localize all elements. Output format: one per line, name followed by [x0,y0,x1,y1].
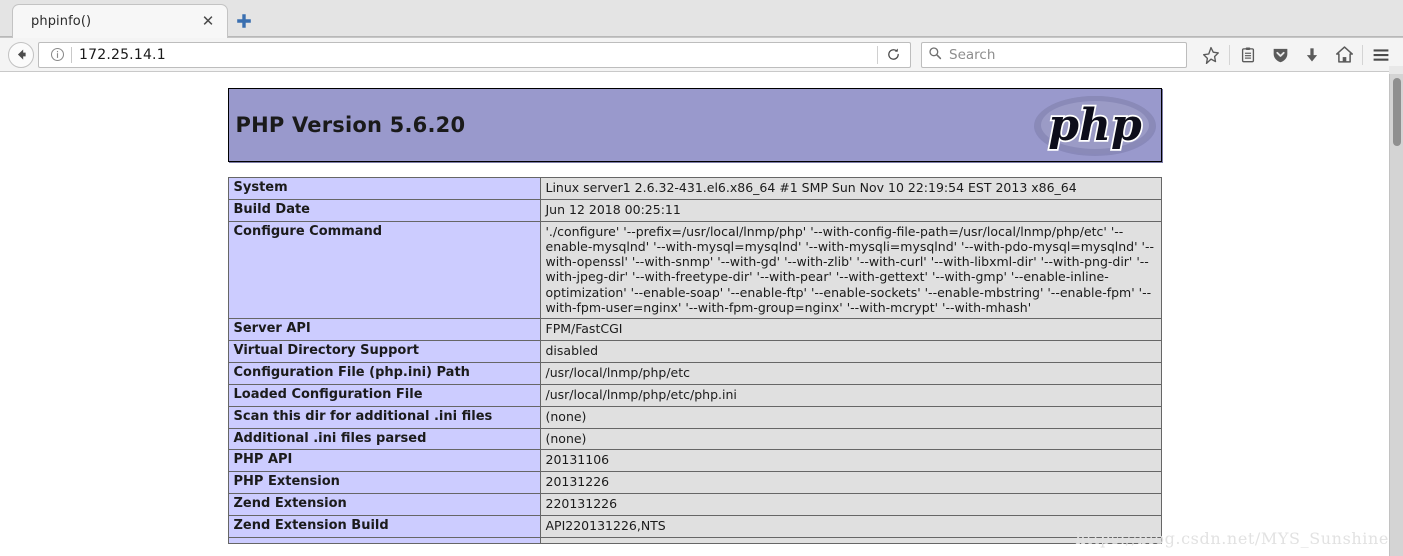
table-row [227,536,1162,544]
row-value: (none) [539,405,1162,429]
search-bar[interactable]: Search [921,41,1187,68]
row-value: disabled [539,340,1162,363]
search-input[interactable]: Search [949,47,995,63]
row-key: Scan this dir for additional .ini files [227,405,541,429]
download-arrow-icon[interactable] [1296,41,1328,69]
row-key: Virtual Directory Support [227,340,541,363]
table-row: System Linux server1 2.6.32-431.el6.x86_… [227,177,1162,200]
toolbar-icons [1195,41,1397,69]
browser-window: phpinfo() ✕ 172.25.14.1 Search PHP Versi… [0,0,1403,556]
page-viewport: PHP Version 5.6.20 php System Linux serv… [0,73,1403,556]
reader-list-icon[interactable] [1232,41,1264,69]
tab-title: phpinfo() [31,14,92,29]
scrollbar-corner [1389,66,1403,74]
toolbar-divider [1362,44,1363,65]
table-row: Additional .ini files parsed (none) [227,427,1162,451]
tab-phpinfo[interactable]: phpinfo() ✕ [12,4,228,38]
php-header-banner: PHP Version 5.6.20 php [227,88,1162,162]
row-value: (none) [539,427,1162,451]
svg-text:php: php [1048,100,1142,151]
row-key: Build Date [227,198,541,222]
row-value: /usr/local/lnmp/php/etc/php.ini [539,383,1162,407]
vertical-scrollbar[interactable] [1389,73,1403,556]
bookmark-star-icon[interactable] [1195,41,1227,69]
url-text: 172.25.14.1 [79,46,166,63]
table-row: PHP API 20131106 [227,449,1162,473]
hamburger-menu-icon[interactable] [1365,41,1397,69]
row-value: FPM/FastCGI [539,318,1162,342]
row-key: Loaded Configuration File [227,383,541,407]
table-row: Configuration File (php.ini) Path /usr/l… [227,361,1162,385]
pocket-shield-icon[interactable] [1264,41,1296,69]
row-key: PHP Extension [227,471,541,495]
page-info-icon[interactable] [47,45,67,65]
row-value: 20131226 [539,471,1162,495]
navigation-toolbar: 172.25.14.1 Search [0,38,1403,72]
toolbar-divider [1229,44,1230,65]
table-row: Configure Command './configure' '--prefi… [227,220,1162,320]
content-container: PHP Version 5.6.20 php System Linux serv… [227,73,1162,544]
table-row: PHP Extension 20131226 [227,471,1162,495]
row-value: './configure' '--prefix=/usr/local/lnmp/… [539,220,1162,320]
url-divider [71,46,72,63]
row-key: PHP API [227,449,541,473]
row-value: API220131226,NTS [539,514,1162,538]
php-version-title: PHP Version 5.6.20 [235,113,466,137]
back-arrow-icon [8,41,34,68]
row-key: Configure Command [227,220,541,320]
row-value: Jun 12 2018 00:25:11 [539,198,1162,222]
table-row: Zend Extension Build API220131226,NTS [227,514,1162,538]
row-key: Zend Extension Build [227,514,541,538]
row-key: Configuration File (php.ini) Path [227,361,541,385]
phpinfo-table-body: System Linux server1 2.6.32-431.el6.x86_… [227,177,1162,544]
phpinfo-table: System Linux server1 2.6.32-431.el6.x86_… [227,177,1162,544]
row-value: 20131106 [539,449,1162,473]
row-value [539,536,1162,544]
table-row: Virtual Directory Support disabled [227,340,1162,363]
new-tab-icon[interactable] [233,10,255,32]
home-icon[interactable] [1328,41,1360,69]
scrollbar-thumb[interactable] [1393,78,1401,146]
table-row: Zend Extension 220131226 [227,493,1162,516]
row-key: Zend Extension [227,493,541,516]
reload-button[interactable] [878,42,908,68]
row-value: /usr/local/lnmp/php/etc [539,361,1162,385]
back-button[interactable] [6,40,36,70]
table-row: Loaded Configuration File /usr/local/lnm… [227,383,1162,407]
table-row: Build Date Jun 12 2018 00:25:11 [227,198,1162,222]
row-key: Additional .ini files parsed [227,427,541,451]
table-row: Server API FPM/FastCGI [227,318,1162,342]
table-row: Scan this dir for additional .ini files … [227,405,1162,429]
php-logo: php [1032,92,1158,158]
row-value: Linux server1 2.6.32-431.el6.x86_64 #1 S… [539,177,1162,200]
row-value: 220131226 [539,493,1162,516]
search-icon [928,45,942,64]
tab-bar: phpinfo() ✕ [0,0,1403,38]
phpinfo-page: PHP Version 5.6.20 php System Linux serv… [0,73,1389,556]
row-key: Server API [227,318,541,342]
address-bar[interactable]: 172.25.14.1 [38,41,911,68]
row-key: System [227,177,541,200]
close-icon[interactable]: ✕ [199,13,217,31]
row-key [227,536,541,544]
